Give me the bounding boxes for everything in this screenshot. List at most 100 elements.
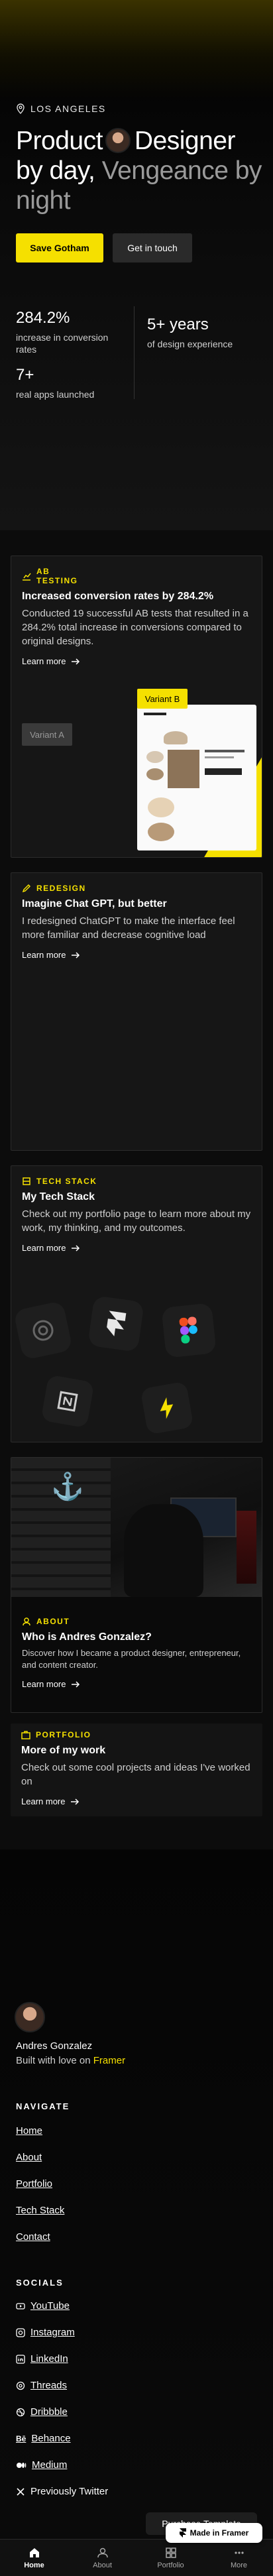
card-description: Discover how I became a product designer…: [22, 1648, 241, 1670]
badge-label: Made in Framer: [190, 2528, 249, 2538]
bottom-nav-label: Home: [24, 2561, 44, 2569]
tag-label: TECH STACK: [36, 1177, 97, 1186]
social-label: Medium: [32, 2459, 68, 2471]
footer: Andres Gonzalez Built with love on Frame…: [0, 1849, 273, 2539]
tech-stack-card[interactable]: TECH STACK My Tech Stack Check out my po…: [11, 1165, 262, 1442]
youtube-icon: [16, 2302, 25, 2310]
ab-testing-card[interactable]: AB TESTING Increased conversion rates by…: [11, 556, 262, 858]
card-title: Imagine Chat GPT, but better: [22, 898, 167, 909]
card-description: Conducted 19 successful AB tests that re…: [22, 608, 248, 647]
social-twitter[interactable]: Previously Twitter: [16, 2486, 108, 2497]
arrow-right-icon: [71, 1798, 80, 1805]
stat-divider: [134, 306, 135, 399]
footer-name: Andres Gonzalez: [16, 2040, 93, 2052]
get-in-touch-button[interactable]: Get in touch: [113, 233, 192, 263]
card-title: My Tech Stack: [22, 1191, 95, 1202]
bottom-nav-label: About: [93, 2561, 112, 2569]
social-dribbble[interactable]: Dribbble: [16, 2406, 68, 2418]
stat-value: 5+ years: [147, 316, 209, 333]
bottom-nav-about[interactable]: About: [68, 2540, 136, 2576]
tag-label: AB TESTING: [36, 567, 78, 585]
bottom-nav-more[interactable]: More: [205, 2540, 273, 2576]
learn-more-label: Learn more: [22, 1679, 66, 1689]
footer-nav-portfolio[interactable]: Portfolio: [16, 2178, 52, 2190]
location-label: LOS ANGELES: [30, 103, 106, 114]
social-label: LinkedIn: [30, 2353, 68, 2365]
more-icon: [234, 2551, 244, 2554]
card-tag: REDESIGN: [22, 884, 254, 893]
figma-icon: [179, 1317, 197, 1344]
headline-part-a: Product: [16, 127, 103, 155]
framer-icon: [107, 1311, 127, 1336]
social-behance[interactable]: Bē Behance: [16, 2433, 71, 2444]
notion-icon: [57, 1391, 78, 1412]
anchor-icon: ⚓: [51, 1472, 84, 1502]
card-title: Increased conversion rates by 284.2%: [22, 591, 214, 602]
footer-avatar: [15, 2002, 45, 2032]
built-prefix: Built with love on: [16, 2055, 91, 2066]
card-content: PORTFOLIO More of my work Check out some…: [21, 1730, 253, 1806]
redesign-card[interactable]: REDESIGN Imagine Chat GPT, but better I …: [11, 872, 262, 1151]
variant-b-label: Variant B: [137, 689, 188, 709]
social-label: Behance: [31, 2433, 71, 2444]
stack-icon: [23, 1177, 30, 1185]
social-youtube[interactable]: YouTube: [16, 2300, 70, 2312]
learn-more-link[interactable]: Learn more: [22, 950, 254, 960]
medium-icon: [17, 2462, 27, 2468]
grid-icon: [165, 2547, 176, 2558]
learn-more-label: Learn more: [21, 1796, 66, 1806]
learn-more-link[interactable]: Learn more: [22, 1243, 254, 1253]
footer-nav-contact[interactable]: Contact: [16, 2231, 50, 2243]
navigate-heading: NAVIGATE: [16, 2101, 70, 2111]
framer-link[interactable]: Framer: [93, 2055, 125, 2066]
social-medium[interactable]: Medium: [16, 2459, 67, 2471]
save-gotham-button[interactable]: Save Gotham: [16, 233, 103, 263]
photo-red-light: [237, 1511, 256, 1584]
learn-more-link[interactable]: Learn more: [21, 1796, 253, 1806]
portfolio-card[interactable]: PORTFOLIO More of my work Check out some…: [11, 1724, 262, 1816]
workspace-photo: ⚓: [11, 1458, 262, 1597]
card-tag: TECH STACK: [22, 1177, 254, 1186]
bottom-navigation: Home About Portfolio More: [0, 2539, 273, 2576]
tag-label: REDESIGN: [36, 884, 86, 893]
about-card[interactable]: ⚓ ABOUT Who is Andres Gonzalez? Discover…: [11, 1457, 262, 1713]
learn-more-link[interactable]: Learn more: [22, 656, 254, 666]
footer-nav-tech-stack[interactable]: Tech Stack: [16, 2205, 64, 2216]
preview-text-line: [205, 750, 245, 752]
made-in-framer-badge[interactable]: Made in Framer: [166, 2523, 262, 2543]
stat-apps: 7+ real apps launched: [16, 366, 129, 400]
card-description: Check out my portfolio page to learn mor…: [22, 1208, 251, 1234]
figma-app-tile: [161, 1303, 217, 1358]
card-content: ABOUT Who is Andres Gonzalez? Discover h…: [22, 1617, 254, 1689]
openai-icon: [32, 1320, 54, 1341]
x-twitter-icon: [17, 2487, 25, 2496]
hero-glow: [0, 0, 273, 99]
location-pin-icon: [17, 103, 25, 114]
dribbble-icon: [16, 2408, 25, 2416]
bottom-nav-home[interactable]: Home: [0, 2540, 68, 2576]
openai-app-tile: [13, 1300, 74, 1361]
social-linkedin[interactable]: LinkedIn: [16, 2353, 68, 2365]
footer-nav-about[interactable]: About: [16, 2152, 42, 2163]
framer-logo-icon: [179, 2528, 186, 2538]
card-tag: ABOUT: [22, 1617, 254, 1626]
social-label: Threads: [30, 2380, 68, 2391]
stat-label: of design experience: [147, 339, 233, 349]
learn-more-link[interactable]: Learn more: [22, 1679, 254, 1689]
pencil-icon: [22, 884, 31, 893]
footer-nav-home[interactable]: Home: [16, 2125, 42, 2137]
card-title: More of my work: [21, 1745, 106, 1756]
bottom-nav-portfolio[interactable]: Portfolio: [136, 2540, 205, 2576]
card-title: Who is Andres Gonzalez?: [22, 1631, 152, 1643]
social-threads[interactable]: Threads: [16, 2380, 67, 2391]
arrow-right-icon: [72, 1244, 80, 1252]
behance-icon: Bē: [16, 2433, 27, 2443]
location: LOS ANGELES: [16, 103, 106, 114]
preview-hat-small: [146, 751, 164, 763]
stat-experience: 5+ years of design experience: [147, 316, 260, 350]
tag-label: ABOUT: [36, 1617, 70, 1626]
footer-built-with: Built with love on Framer: [16, 2055, 125, 2066]
social-instagram[interactable]: Instagram: [16, 2327, 75, 2338]
preview-logo: [144, 713, 166, 715]
stat-conversion: 284.2% increase in conversion rates: [16, 309, 129, 355]
